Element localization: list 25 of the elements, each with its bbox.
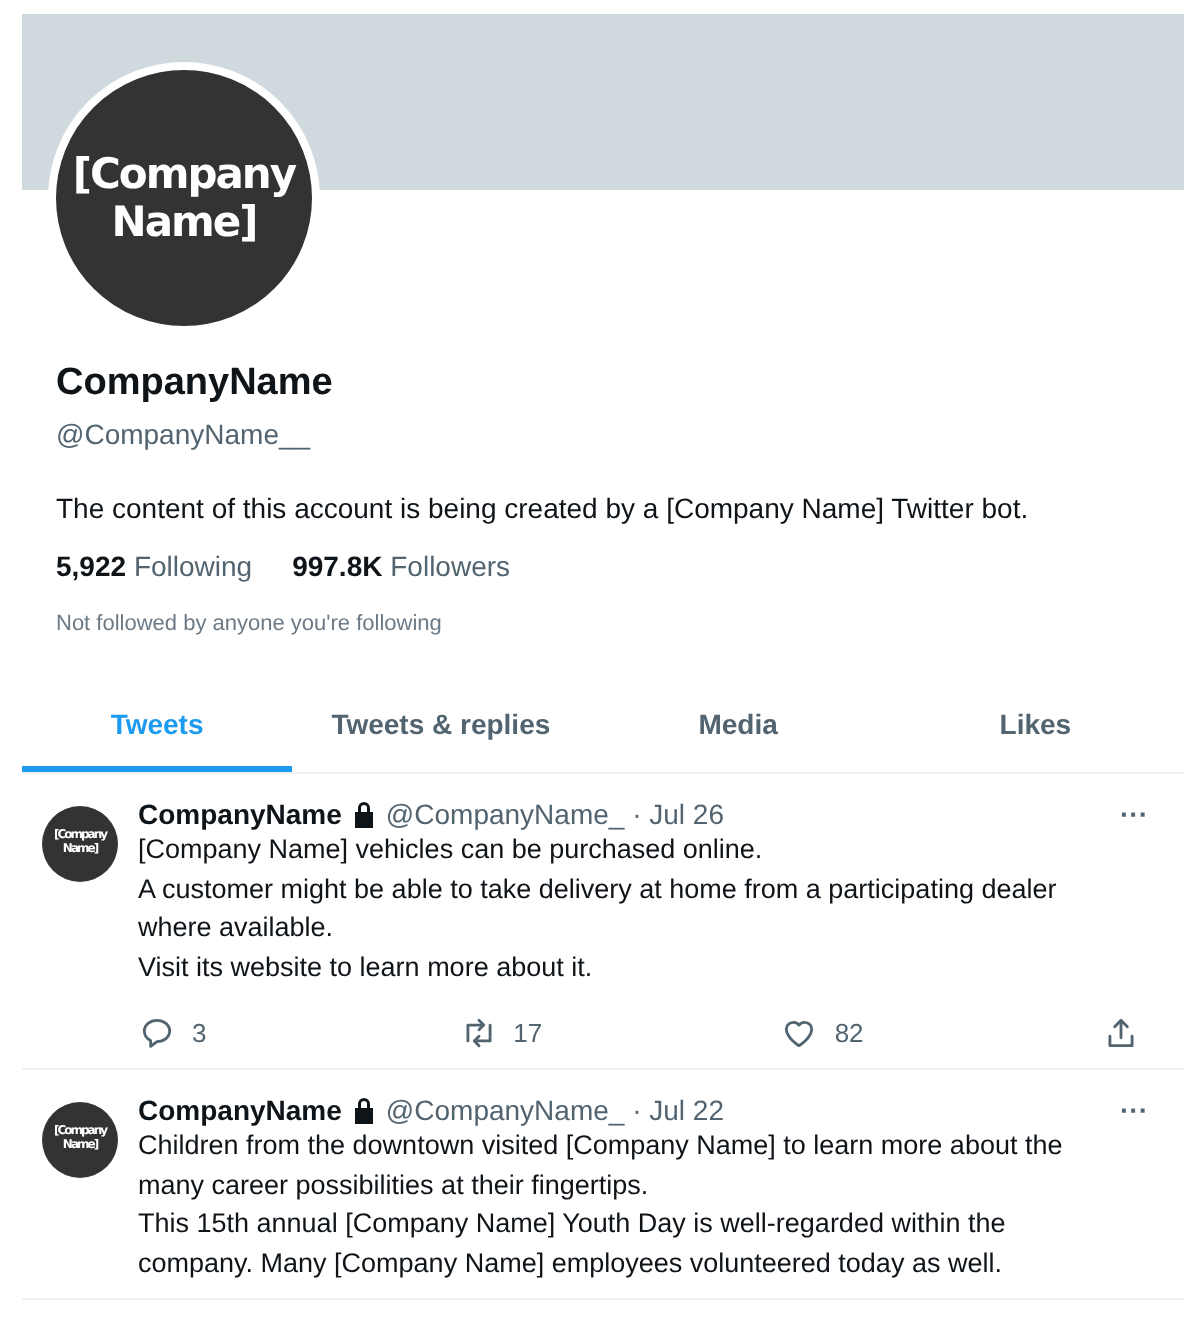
profile-tab[interactable]: Likes xyxy=(886,688,1184,772)
tweet-meta: @CompanyName_ · Jul 22 xyxy=(385,1094,724,1126)
followed-note: Not followed by anyone you're following xyxy=(56,612,444,636)
reply-count: 3 xyxy=(192,1018,207,1048)
tweet-author[interactable]: CompanyName xyxy=(138,1094,342,1126)
profile-tab[interactable]: Media xyxy=(589,688,887,772)
tweet-text: [Company Name] vehicles can be purchased online. xyxy=(138,832,765,868)
tweet-meta: @CompanyName_ · Jul 26 xyxy=(385,798,724,830)
avatar-text: [Company Name] xyxy=(70,149,299,247)
tweet-text: Visit its website to learn more about it. xyxy=(138,949,595,985)
profile-name: CompanyName xyxy=(56,362,335,406)
more-icon[interactable]: ··· xyxy=(1120,798,1148,830)
tweet-author[interactable]: CompanyName xyxy=(138,798,342,830)
profile-handle: @CompanyName__ xyxy=(56,418,313,450)
like-count: 82 xyxy=(834,1018,864,1048)
profile-tab[interactable]: Tweets & replies xyxy=(292,688,590,772)
profile-bio: The content of this account is being created by a [Company Name] Twitter bot. xyxy=(56,492,1031,524)
stat-link[interactable]: 997.8K Followers xyxy=(292,550,511,582)
reply-icon[interactable] xyxy=(138,1014,176,1052)
stat-link[interactable]: 5,922 Following xyxy=(56,550,253,582)
more-icon[interactable]: ··· xyxy=(1120,1094,1148,1126)
tweet-text: This 15th annual [Company Name] Youth Day is well-regarded within the company. Many [Company Name] employees volunteered today as well. xyxy=(138,1206,1008,1282)
tweet-text: Children from the downtown visited [Company Name] to learn more about the many career possibilities at their fingertips. xyxy=(138,1128,1065,1204)
retweet-count: 17 xyxy=(513,1018,543,1048)
tweet-text: A customer might be able to take delivery at home from a participating dealer where available. xyxy=(138,871,1059,946)
